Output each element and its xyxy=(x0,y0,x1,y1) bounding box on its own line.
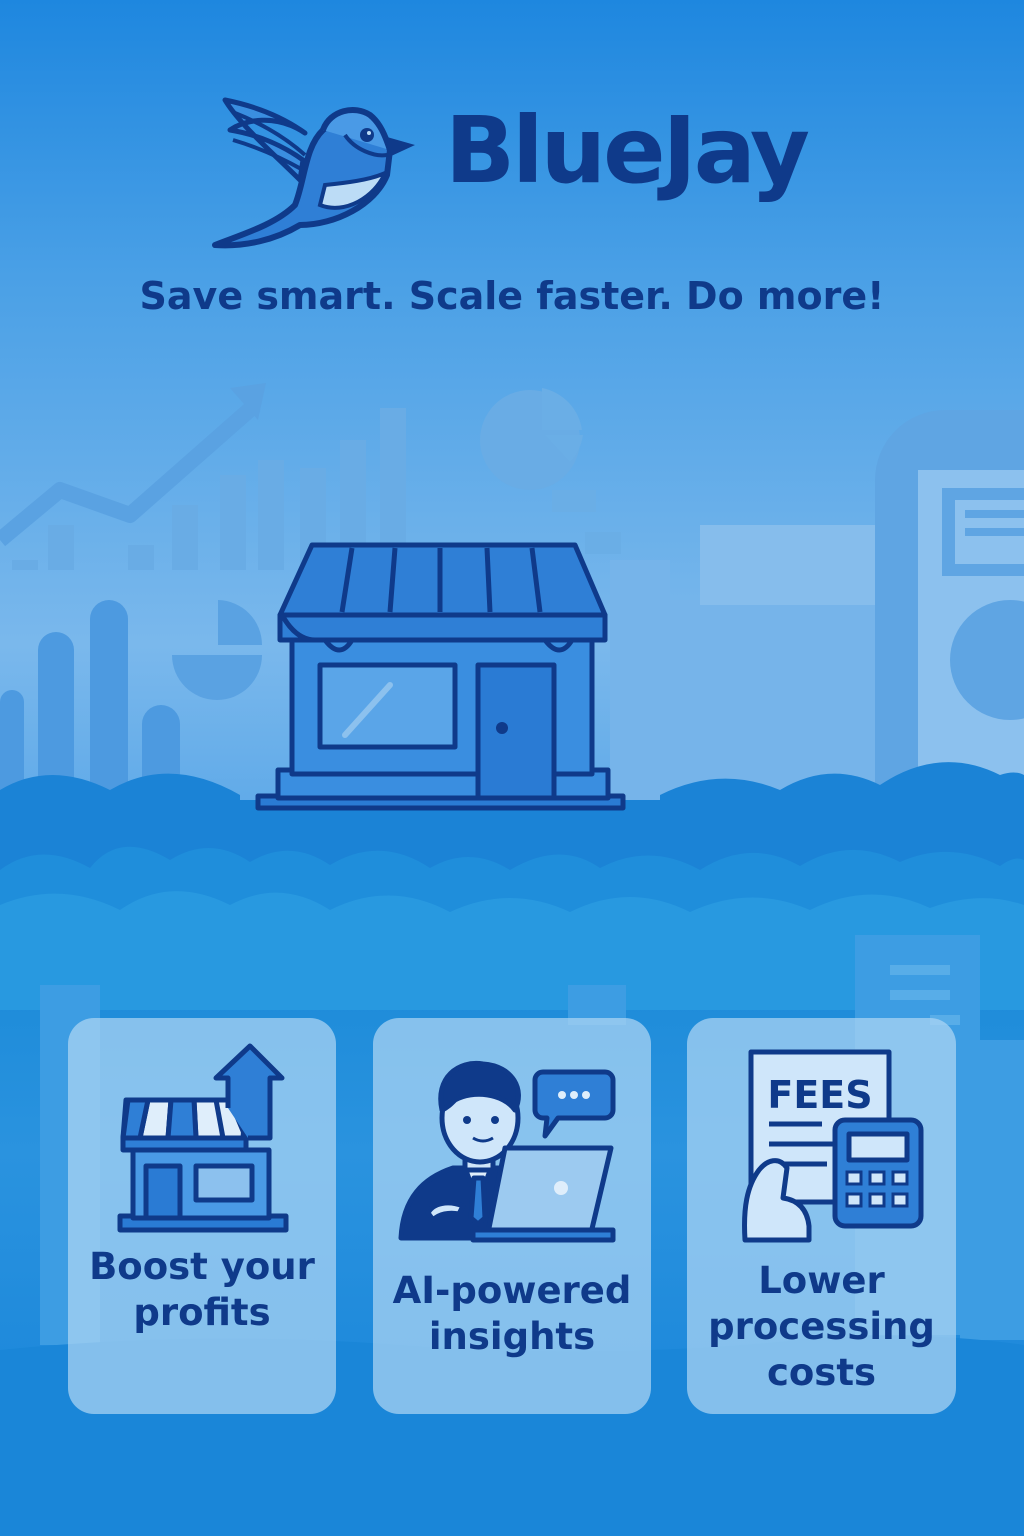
feature-card-costs[interactable]: FEES Lower processing costs xyxy=(687,1018,956,1414)
feature-card-insights[interactable]: AI-powered insights xyxy=(373,1018,651,1414)
feature-label-costs: Lower processing costs xyxy=(708,1259,935,1394)
feature-label-insights: AI-powered insights xyxy=(392,1269,632,1358)
store-growth-icon xyxy=(117,1043,289,1233)
growth-trend-line xyxy=(0,398,261,547)
fees-calculator-icon: FEES xyxy=(742,1049,924,1243)
tagline: Save smart. Scale faster. Do more! xyxy=(139,274,885,318)
brand-name: BlueJay xyxy=(445,97,810,204)
background-pie-chart xyxy=(480,388,621,554)
brand-logo[interactable]: BlueJay xyxy=(205,85,885,255)
feature-card-profits[interactable]: Boost your profits xyxy=(68,1018,336,1414)
fees-text-graphic: FEES xyxy=(767,1073,872,1117)
background-phone-shape xyxy=(875,410,1024,810)
header: BlueJay Save smart. Scale faster. Do mor… xyxy=(0,70,1024,330)
feature-label-profits: Boost your profits xyxy=(89,1245,315,1334)
bluejay-bird-icon xyxy=(212,97,415,249)
advisor-laptop-icon xyxy=(398,1060,616,1243)
